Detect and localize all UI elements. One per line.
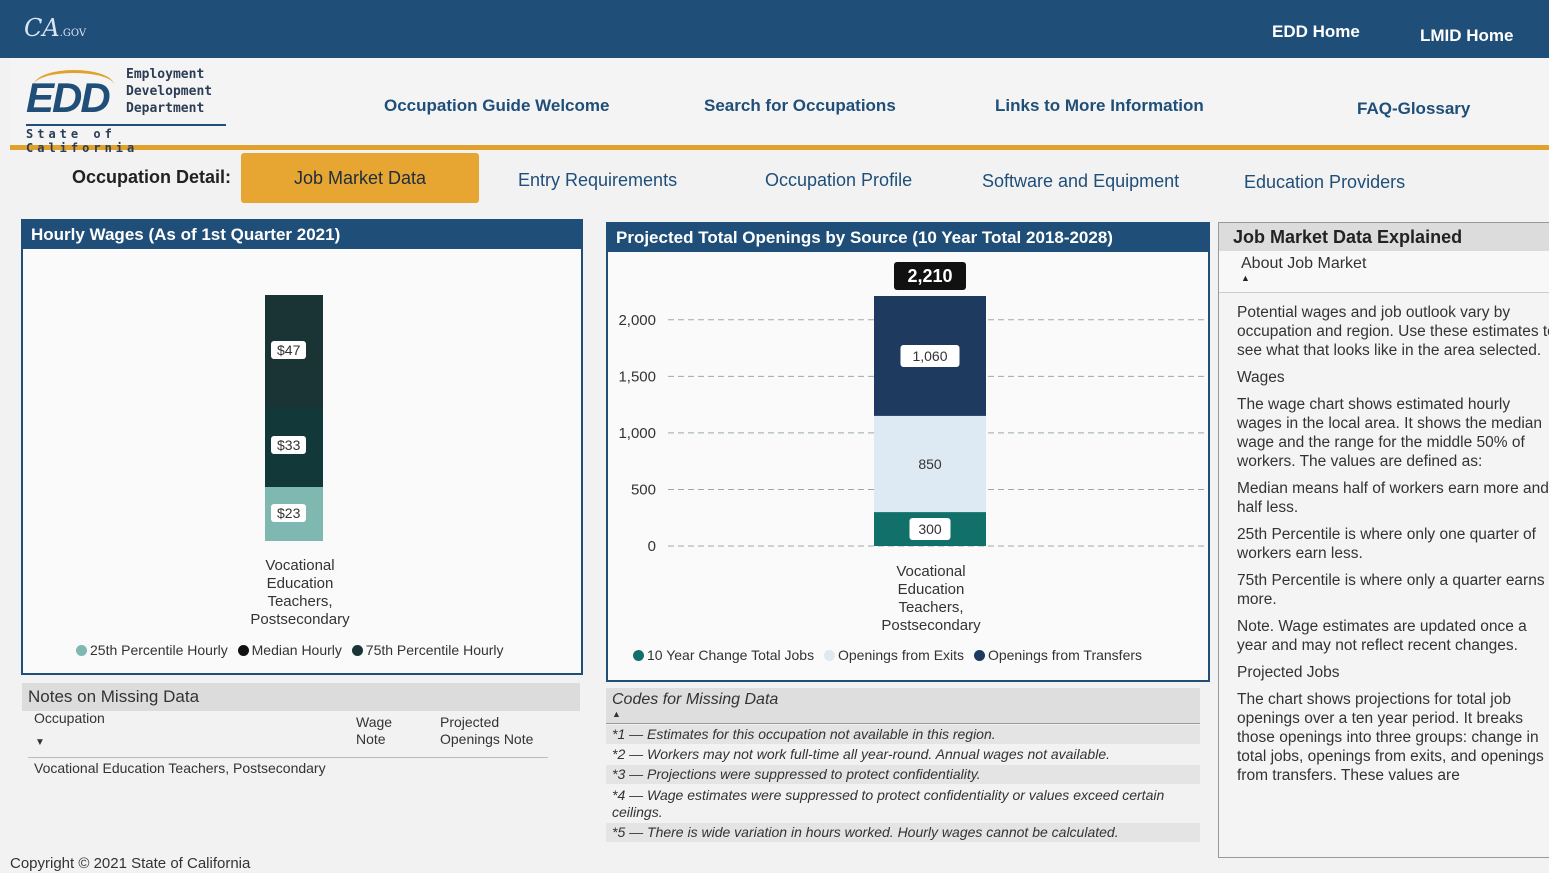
total-label: 2,210 xyxy=(907,266,952,286)
logo-line-1: Employment xyxy=(126,67,205,82)
code-row-2: *2 — Workers may not work full-time all … xyxy=(612,746,1110,762)
tab-job-market-data[interactable]: Job Market Data xyxy=(241,153,479,203)
legend-openings-from-transfers[interactable]: Openings from Transfers xyxy=(988,647,1142,663)
tab-software-and-equipment[interactable]: Software and Equipment xyxy=(982,171,1179,192)
explained-75th-text: 75th Percentile is where only a quarter … xyxy=(1237,572,1545,608)
notes-col-wage-line2: Note xyxy=(356,731,386,747)
openings-category-line: Postsecondary xyxy=(881,617,981,634)
explained-projected-jobs-text: The chart shows projections for total jo… xyxy=(1237,691,1544,784)
projected-openings-title: Projected Total Openings by Source (10 Y… xyxy=(608,224,1208,252)
ca-gov-suffix: .GOV xyxy=(59,28,87,39)
site-header: EDD Employment Development Department St… xyxy=(10,58,1549,155)
openings-category-line: Teachers, xyxy=(898,599,964,616)
ca-gov-text: CA xyxy=(24,14,60,42)
notes-col-wage-note[interactable]: Wage Note xyxy=(356,714,392,748)
explained-25th-text: 25th Percentile is where only one quarte… xyxy=(1237,526,1536,562)
logo-abbr: EDD xyxy=(26,74,111,121)
openings-category-label: Vocational Education Teachers, Postsecon… xyxy=(861,563,1001,635)
data-label: 1,060 xyxy=(912,348,947,364)
sort-arrow-down-icon[interactable]: ▼ xyxy=(35,737,45,748)
notes-col-occupation[interactable]: Occupation xyxy=(34,710,105,726)
ca-gov-logo[interactable]: CA.GOV xyxy=(24,14,86,42)
hourly-wages-title: Hourly Wages (As of 1st Quarter 2021) xyxy=(23,221,581,249)
logo-state: State of California xyxy=(26,124,226,155)
nav-faq-glossary[interactable]: FAQ-Glossary xyxy=(1357,99,1470,119)
y-tick-label: 0 xyxy=(648,538,656,555)
tab-entry-requirements[interactable]: Entry Requirements xyxy=(518,170,677,191)
explained-body: Potential wages and job outlook vary by … xyxy=(1219,293,1549,785)
data-label: 850 xyxy=(918,456,942,472)
code-row-5: *5 — There is wide variation in hours wo… xyxy=(606,823,1200,842)
openings-chart: 0 500 1,000 1,500 2,000 300 850 1,060 2,210 xyxy=(618,262,1204,555)
wages-label-median: $33 xyxy=(271,436,307,454)
code-row-1: *1 — Estimates for this occupation not a… xyxy=(606,725,1200,744)
job-market-explained-panel: Job Market Data Explained About Job Mark… xyxy=(1218,222,1549,858)
tab-education-providers[interactable]: Education Providers xyxy=(1244,172,1405,193)
legend-openings-from-exits[interactable]: Openings from Exits xyxy=(838,647,964,663)
edd-logo[interactable]: EDD Employment Development Department St… xyxy=(26,64,226,155)
code-row-3: *3 — Projections were suppressed to prot… xyxy=(606,765,1200,784)
explained-projected-jobs-heading: Projected Jobs xyxy=(1237,664,1340,681)
notes-col-projected-line2: Openings Note xyxy=(440,731,534,747)
explained-wages-heading: Wages xyxy=(1237,369,1285,386)
codes-missing-data-title: Codes for Missing Data xyxy=(612,691,779,708)
collapse-arrow-up-icon[interactable]: ▲ xyxy=(612,709,1194,719)
explained-median-text: Median means half of workers earn more a… xyxy=(1237,480,1549,516)
wages-category-line: Postsecondary xyxy=(250,611,350,628)
notes-col-projected-openings-note[interactable]: Projected Openings Note xyxy=(440,714,533,748)
explained-note-text: Note. Wage estimates are updated once a … xyxy=(1237,618,1527,654)
about-job-market-accordion[interactable]: About Job Market ▲ xyxy=(1219,251,1549,293)
notes-col-projected-line1: Projected xyxy=(440,714,500,730)
notes-divider xyxy=(28,757,548,758)
occupation-detail-label: Occupation Detail: xyxy=(72,167,232,187)
legend-swatch-transfers xyxy=(973,650,985,661)
legend-change-total-jobs[interactable]: 10 Year Change Total Jobs xyxy=(647,647,814,663)
explained-intro: Potential wages and job outlook vary by … xyxy=(1237,304,1549,359)
legend-median[interactable]: Median Hourly xyxy=(252,642,342,658)
y-tick-label: 2,000 xyxy=(618,312,656,329)
wages-category-line: Education xyxy=(266,575,334,592)
openings-category-line: Education xyxy=(897,581,965,598)
copyright: Copyright © 2021 State of California xyxy=(10,855,251,872)
legend-swatch-25th xyxy=(76,645,87,656)
logo-line-2: Development xyxy=(126,84,213,99)
code-row-4: *4 — Wage estimates were suppressed to p… xyxy=(612,787,1165,820)
notes-col-wage-line1: Wage xyxy=(356,714,393,730)
tab-occupation-profile[interactable]: Occupation Profile xyxy=(765,170,912,191)
logo-department-name: Employment Development Department xyxy=(126,66,212,117)
legend-25th-percentile[interactable]: 25th Percentile Hourly xyxy=(90,642,228,658)
legend-swatch-median xyxy=(237,645,249,656)
legend-swatch-change-total-jobs xyxy=(633,650,644,661)
y-tick-label: 500 xyxy=(631,481,656,498)
wages-label-75th: $47 xyxy=(271,341,307,359)
about-job-market-label: About Job Market xyxy=(1241,255,1367,272)
notes-row-occupation: Vocational Education Teachers, Postsecon… xyxy=(34,760,326,776)
explained-wages-text: The wage chart shows estimated hourly wa… xyxy=(1237,396,1543,470)
openings-legend: 10 Year Change Total Jobs Openings from … xyxy=(633,647,1142,663)
data-label: 300 xyxy=(918,521,942,537)
y-tick-label: 1,500 xyxy=(618,368,656,385)
top-bar: CA.GOV EDD Home LMID Home xyxy=(0,0,1549,58)
openings-category-line: Vocational xyxy=(896,563,966,580)
lmid-home-link[interactable]: LMID Home xyxy=(1420,26,1514,46)
nav-occupation-guide-welcome[interactable]: Occupation Guide Welcome xyxy=(384,96,609,116)
legend-swatch-exits xyxy=(824,650,835,661)
wages-category-line: Vocational xyxy=(265,557,335,574)
wages-category-line: Teachers, xyxy=(267,593,333,610)
nav-links-to-more-information[interactable]: Links to More Information xyxy=(995,96,1204,116)
y-tick-label: 1,000 xyxy=(618,425,656,442)
legend-swatch-75th xyxy=(351,645,363,656)
wages-label-25th: $23 xyxy=(271,504,307,522)
legend-75th-percentile[interactable]: 75th Percentile Hourly xyxy=(366,642,504,658)
wages-category-label: Vocational Education Teachers, Postsecon… xyxy=(230,557,370,629)
explained-title: Job Market Data Explained xyxy=(1219,223,1549,251)
wages-legend: 25th Percentile Hourly Median Hourly 75t… xyxy=(76,642,504,658)
codes-missing-data-header: Codes for Missing Data ▲ xyxy=(606,688,1200,724)
nav-search-for-occupations[interactable]: Search for Occupations xyxy=(704,96,896,116)
edd-home-link[interactable]: EDD Home xyxy=(1272,22,1360,42)
notes-missing-data-header: Notes on Missing Data xyxy=(22,683,580,711)
logo-line-3: Department xyxy=(126,101,205,116)
accordion-arrow-up-icon[interactable]: ▲ xyxy=(1241,273,1535,283)
